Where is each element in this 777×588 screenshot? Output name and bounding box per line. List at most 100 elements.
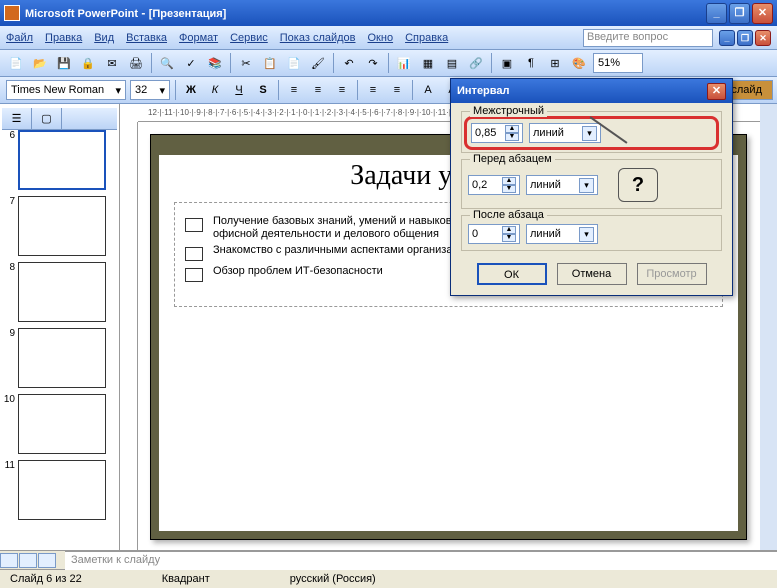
chart-button[interactable]: 📊: [393, 52, 415, 74]
app-icon: [4, 5, 20, 21]
doc-minimize[interactable]: _: [719, 30, 735, 46]
normal-view-button[interactable]: [0, 553, 18, 568]
shadow-button[interactable]: S: [252, 79, 274, 101]
close-button[interactable]: ✕: [752, 3, 773, 24]
before-spinner[interactable]: 0,2▲▼: [468, 175, 520, 195]
standard-toolbar: 📄 📂 💾 🔒 ✉ 🖨 🔍 ✓ 📚 ✂ 📋 📄 🖌 ↶ ↷ 📊 ▦ ▤ 🔗 ▣ …: [0, 50, 777, 77]
spell-button[interactable]: ✓: [180, 52, 202, 74]
slide-thumb-10[interactable]: 10: [2, 394, 117, 454]
align-left-button[interactable]: ≡: [283, 79, 305, 101]
doc-close[interactable]: ✕: [755, 30, 771, 46]
increase-font-button[interactable]: A: [417, 79, 439, 101]
preview-button[interactable]: 🔍: [156, 52, 178, 74]
view-buttons: [0, 553, 57, 568]
align-center-button[interactable]: ≡: [307, 79, 329, 101]
bullet-icon: [185, 268, 203, 282]
slide-thumb-8[interactable]: 8: [2, 262, 117, 322]
bullet-icon: [185, 247, 203, 261]
grid-button[interactable]: ⊞: [544, 52, 566, 74]
outline-tab[interactable]: ☰: [2, 108, 32, 129]
notes-pane[interactable]: Заметки к слайду: [65, 551, 777, 570]
separator: [412, 80, 413, 100]
slide-thumb-11[interactable]: 11: [2, 460, 117, 520]
before-label: Перед абзацем: [470, 153, 555, 165]
separator: [333, 53, 334, 73]
panel-tabs: ☰ ▢: [2, 108, 117, 130]
numbering-button[interactable]: ≡: [362, 79, 384, 101]
bullet-text: Обзор проблем ИТ-безопасности: [213, 265, 383, 282]
menu-file[interactable]: Файл: [6, 32, 33, 44]
zoom-combo[interactable]: 51%: [593, 53, 643, 73]
font-combo[interactable]: Times New Roman▾: [6, 80, 126, 100]
vertical-scrollbar[interactable]: [760, 104, 777, 550]
menubar: Файл Правка Вид Вставка Формат Сервис По…: [0, 26, 777, 50]
email-button[interactable]: ✉: [101, 52, 123, 74]
slide-thumb-6[interactable]: 6: [2, 130, 117, 190]
font-size-combo[interactable]: 32▾: [130, 80, 170, 100]
table-button[interactable]: ▦: [417, 52, 439, 74]
menu-slideshow[interactable]: Показ слайдов: [280, 32, 356, 44]
new-button[interactable]: 📄: [5, 52, 27, 74]
menu-service[interactable]: Сервис: [230, 32, 268, 44]
align-right-button[interactable]: ≡: [331, 79, 353, 101]
after-unit-select[interactable]: линий▾: [526, 224, 598, 244]
save-button[interactable]: 💾: [53, 52, 75, 74]
tables-borders-button[interactable]: ▤: [441, 52, 463, 74]
slide-thumb-9[interactable]: 9: [2, 328, 117, 388]
bullets-button[interactable]: ≡: [386, 79, 408, 101]
italic-button[interactable]: К: [204, 79, 226, 101]
copy-button[interactable]: 📋: [259, 52, 281, 74]
slides-tab[interactable]: ▢: [32, 108, 62, 129]
after-label: После абзаца: [470, 209, 547, 221]
line-spacing-dialog: Интервал ✕ Межстрочный 0,85▲▼ линий▾ Пер…: [450, 78, 733, 296]
status-mode: Квадрант: [162, 573, 210, 585]
menu-help[interactable]: Справка: [405, 32, 448, 44]
separator: [151, 53, 152, 73]
dialog-buttons: ОК Отмена Просмотр: [461, 257, 722, 287]
menu-view[interactable]: Вид: [94, 32, 114, 44]
expand-all-button[interactable]: ▣: [496, 52, 518, 74]
statusbar: Слайд 6 из 22 Квадрант русский (Россия): [0, 569, 777, 588]
after-spinner[interactable]: 0▲▼: [468, 224, 520, 244]
color-button[interactable]: 🎨: [568, 52, 590, 74]
slide-thumb-7[interactable]: 7: [2, 196, 117, 256]
slideshow-view-button[interactable]: [38, 553, 56, 568]
menu-format[interactable]: Формат: [179, 32, 218, 44]
open-button[interactable]: 📂: [29, 52, 51, 74]
redo-button[interactable]: ↷: [362, 52, 384, 74]
separator: [491, 53, 492, 73]
separator: [230, 53, 231, 73]
titlebar: Microsoft PowerPoint - [Презентация] _ ❐…: [0, 0, 777, 26]
maximize-button[interactable]: ❐: [729, 3, 750, 24]
separator: [278, 80, 279, 100]
menu-window[interactable]: Окно: [368, 32, 394, 44]
before-unit-select[interactable]: линий▾: [526, 175, 598, 195]
after-paragraph-group: После абзаца 0▲▼ линий▾: [461, 215, 722, 251]
doc-restore[interactable]: ❐: [737, 30, 753, 46]
before-paragraph-group: Перед абзацем 0,2▲▼ линий▾ ?: [461, 159, 722, 209]
cut-button[interactable]: ✂: [235, 52, 257, 74]
menu-edit[interactable]: Правка: [45, 32, 82, 44]
ruler-vertical: [120, 122, 138, 550]
hyperlink-button[interactable]: 🔗: [465, 52, 487, 74]
menu-insert[interactable]: Вставка: [126, 32, 167, 44]
permission-button[interactable]: 🔒: [77, 52, 99, 74]
research-button[interactable]: 📚: [204, 52, 226, 74]
separator: [388, 53, 389, 73]
paste-button[interactable]: 📄: [283, 52, 305, 74]
print-button[interactable]: 🖨: [125, 52, 147, 74]
dialog-close-button[interactable]: ✕: [707, 83, 726, 100]
sorter-view-button[interactable]: [19, 553, 37, 568]
format-painter-button[interactable]: 🖌: [307, 52, 329, 74]
bold-button[interactable]: Ж: [180, 79, 202, 101]
line-spacing-spinner[interactable]: 0,85▲▼: [471, 123, 523, 143]
help-search-box[interactable]: Введите вопрос: [583, 29, 713, 47]
undo-button[interactable]: ↶: [338, 52, 360, 74]
underline-button[interactable]: Ч: [228, 79, 250, 101]
preview-button[interactable]: Просмотр: [637, 263, 707, 285]
cancel-button[interactable]: Отмена: [557, 263, 627, 285]
line-spacing-unit-select[interactable]: линий▾: [529, 123, 601, 143]
show-formatting-button[interactable]: ¶: [520, 52, 542, 74]
minimize-button[interactable]: _: [706, 3, 727, 24]
ok-button[interactable]: ОК: [477, 263, 547, 285]
